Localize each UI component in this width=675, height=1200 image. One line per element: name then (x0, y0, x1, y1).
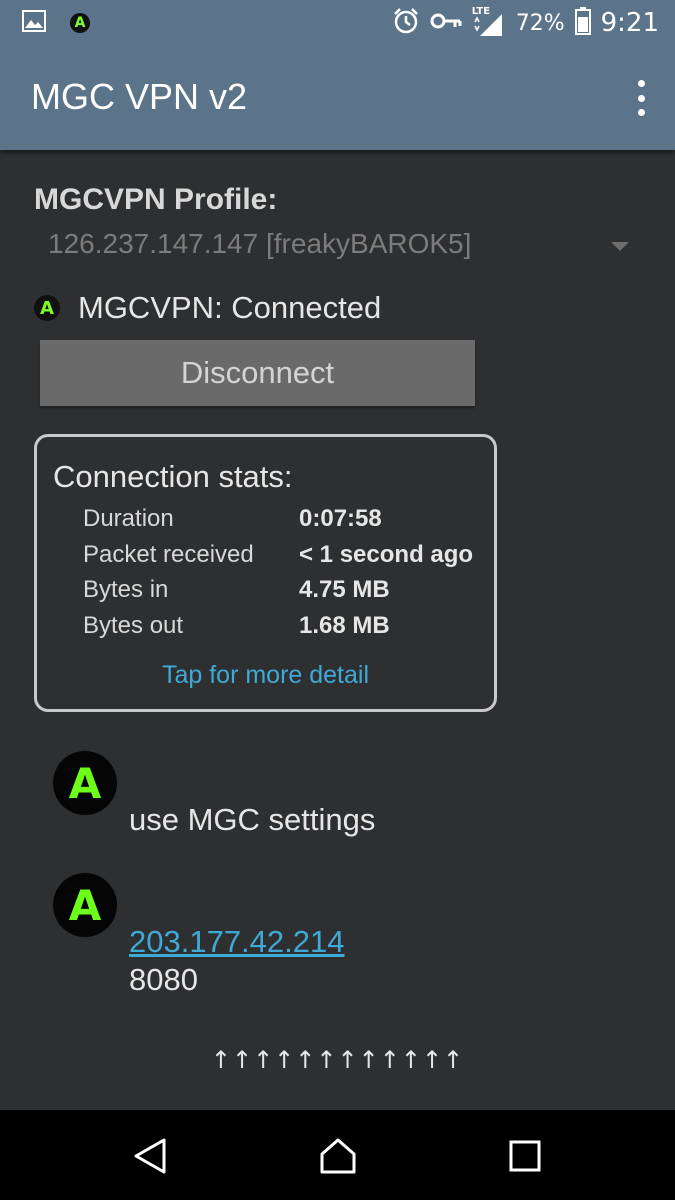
profile-select-value: 126.237.147.147 [freakyBAROK5] (48, 228, 472, 259)
stat-row-duration: Duration 0:07:58 (83, 505, 503, 539)
stat-label: Packet received (83, 541, 254, 568)
stat-row-bytes-out: Bytes out 1.68 MB (83, 612, 503, 646)
menu-dot (637, 94, 645, 102)
stat-value: 4.75 MB (299, 576, 390, 603)
back-icon (134, 1138, 166, 1174)
battery-icon (574, 7, 591, 39)
message-text: use MGC settings (129, 802, 376, 837)
connection-stats-panel[interactable]: Connection stats: Duration 0:07:58 Packe… (34, 434, 497, 712)
disconnect-button[interactable]: Disconnect (40, 340, 475, 406)
recents-icon (509, 1140, 541, 1172)
home-button[interactable] (308, 1132, 368, 1180)
stat-value: 1.68 MB (299, 612, 390, 639)
vpn-notification-icon: A (70, 13, 90, 33)
overflow-menu-icon[interactable] (635, 80, 647, 116)
vpn-status-icon: A (34, 295, 60, 321)
proxy-ip-link[interactable]: 203.177.42.214 (129, 924, 345, 960)
stat-label: Bytes out (83, 612, 184, 639)
clock: 9:21 (600, 8, 659, 38)
status-bar: A LTE 72% 9:21 (0, 0, 675, 46)
stat-value: < 1 second ago (299, 541, 474, 568)
app-title: MGC VPN v2 (31, 76, 248, 117)
menu-dot (637, 109, 645, 116)
stats-title: Connection stats: (53, 459, 293, 494)
message-avatar-icon: A (53, 873, 117, 937)
home-icon (320, 1138, 356, 1174)
stat-row-bytes-in: Bytes in 4.75 MB (83, 576, 503, 610)
navigation-bar (0, 1110, 675, 1200)
profile-label: MGCVPN Profile: (34, 183, 278, 216)
scroll-up-arrows: ↑↑↑↑↑↑↑↑↑↑↑↑ (210, 1046, 465, 1074)
stat-label: Duration (83, 505, 174, 532)
signal-icon: LTE (472, 6, 506, 38)
connection-status-text: MGCVPN: Connected (78, 290, 382, 325)
stat-label: Bytes in (83, 576, 169, 603)
alarm-icon (392, 7, 420, 39)
stat-value: 0:07:58 (299, 505, 382, 532)
app-bar: MGC VPN v2 (0, 46, 675, 150)
recents-button[interactable] (495, 1132, 555, 1180)
message-avatar-icon: A (53, 751, 117, 815)
gallery-notification-icon (22, 10, 46, 36)
profile-select[interactable]: 126.237.147.147 [freakyBAROK5] (34, 220, 639, 270)
more-detail-link[interactable]: Tap for more detail (37, 661, 494, 690)
vpn-key-icon (430, 11, 462, 35)
proxy-port-text: 8080 (129, 962, 198, 997)
stat-row-packet-received: Packet received < 1 second ago (83, 541, 503, 575)
battery-percent: 72% (515, 10, 565, 36)
dropdown-arrow-icon (611, 242, 629, 251)
connection-status: A MGCVPN: Connected (34, 286, 381, 330)
back-button[interactable] (120, 1132, 180, 1180)
menu-dot (637, 80, 645, 87)
